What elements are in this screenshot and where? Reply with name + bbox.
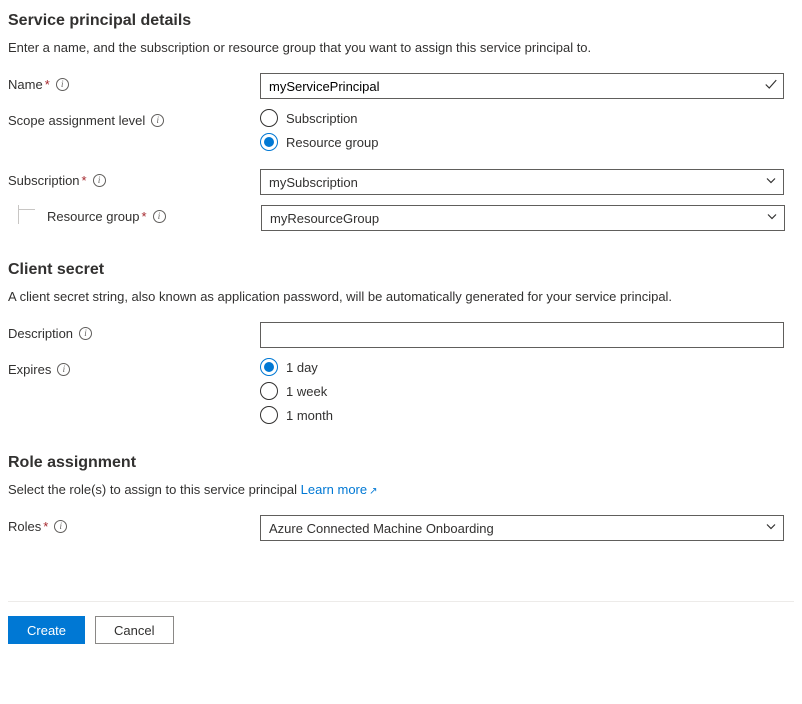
chevron-down-icon (766, 211, 778, 226)
footer-buttons: Create Cancel (8, 616, 794, 644)
roles-label: Roles (8, 519, 41, 534)
expires-radio-week-label: 1 week (286, 384, 327, 399)
resource-group-row: Resource group * i myResourceGroup (8, 205, 794, 231)
expires-row: Expires i 1 day 1 week 1 month (8, 358, 794, 424)
expires-radio-month-label: 1 month (286, 408, 333, 423)
radio-icon (260, 358, 278, 376)
info-icon[interactable]: i (93, 174, 106, 187)
name-label-col: Name * i (8, 73, 260, 92)
expires-radio-day-label: 1 day (286, 360, 318, 375)
subscription-row: Subscription * i mySubscription (8, 169, 794, 195)
client-secret-heading: Client secret (8, 261, 794, 279)
info-icon[interactable]: i (57, 363, 70, 376)
expires-label-col: Expires i (8, 358, 260, 377)
roles-dropdown[interactable]: Azure Connected Machine Onboarding (260, 515, 784, 541)
radio-icon (260, 406, 278, 424)
name-label: Name (8, 77, 43, 92)
expires-radio-group: 1 day 1 week 1 month (260, 358, 784, 424)
cancel-button[interactable]: Cancel (95, 616, 173, 644)
resource-group-dropdown[interactable]: myResourceGroup (261, 205, 785, 231)
name-input-wrap (260, 73, 784, 99)
description-label: Description (8, 326, 73, 341)
roles-value: Azure Connected Machine Onboarding (269, 521, 494, 536)
expires-label: Expires (8, 362, 51, 377)
roles-label-col: Roles * i (8, 515, 260, 534)
name-input[interactable] (260, 73, 784, 99)
scope-label: Scope assignment level (8, 113, 145, 128)
resource-group-label-col: Resource group * i (47, 205, 261, 224)
required-star: * (45, 77, 50, 92)
scope-row: Scope assignment level i Subscription Re… (8, 109, 794, 151)
info-icon[interactable]: i (56, 78, 69, 91)
name-field-col (260, 73, 784, 99)
resource-group-field-col: myResourceGroup (261, 205, 785, 231)
resource-group-label: Resource group (47, 209, 140, 224)
client-secret-description: A client secret string, also known as ap… (8, 289, 794, 304)
description-label-col: Description i (8, 322, 260, 341)
create-button[interactable]: Create (8, 616, 85, 644)
scope-radio-subscription[interactable]: Subscription (260, 109, 784, 127)
radio-icon (260, 109, 278, 127)
subscription-value: mySubscription (269, 175, 358, 190)
role-assignment-description: Select the role(s) to assign to this ser… (8, 482, 794, 497)
required-star: * (82, 173, 87, 188)
resource-group-value: myResourceGroup (270, 211, 379, 226)
sp-details-description: Enter a name, and the subscription or re… (8, 40, 794, 55)
info-icon[interactable]: i (54, 520, 67, 533)
required-star: * (43, 519, 48, 534)
radio-icon (260, 382, 278, 400)
subscription-dropdown[interactable]: mySubscription (260, 169, 784, 195)
chevron-down-icon (765, 521, 777, 536)
learn-more-link[interactable]: Learn more↗ (301, 482, 378, 497)
subscription-label-col: Subscription * i (8, 169, 260, 188)
scope-radio-group: Subscription Resource group (260, 109, 784, 151)
tree-connector: Resource group * i (18, 205, 261, 224)
info-icon[interactable]: i (79, 327, 92, 340)
radio-icon (260, 133, 278, 151)
roles-field-col: Azure Connected Machine Onboarding (260, 515, 784, 541)
sp-details-heading: Service principal details (8, 12, 794, 30)
scope-label-col: Scope assignment level i (8, 109, 260, 128)
scope-radio-resource-group-label: Resource group (286, 135, 379, 150)
scope-field-col: Subscription Resource group (260, 109, 784, 151)
role-assignment-heading: Role assignment (8, 454, 794, 472)
description-field-col (260, 322, 784, 348)
expires-field-col: 1 day 1 week 1 month (260, 358, 784, 424)
info-icon[interactable]: i (153, 210, 166, 223)
subscription-label: Subscription (8, 173, 80, 188)
subscription-field-col: mySubscription (260, 169, 784, 195)
scope-radio-subscription-label: Subscription (286, 111, 358, 126)
external-link-icon: ↗ (369, 486, 377, 497)
footer-separator (8, 601, 794, 602)
chevron-down-icon (765, 175, 777, 190)
expires-radio-week[interactable]: 1 week (260, 382, 784, 400)
scope-radio-resource-group[interactable]: Resource group (260, 133, 784, 151)
role-assignment-desc-text: Select the role(s) to assign to this ser… (8, 482, 301, 497)
description-input[interactable] (260, 322, 784, 348)
learn-more-text: Learn more (301, 482, 367, 497)
required-star: * (142, 209, 147, 224)
info-icon[interactable]: i (151, 114, 164, 127)
description-row: Description i (8, 322, 794, 348)
expires-radio-month[interactable]: 1 month (260, 406, 784, 424)
expires-radio-day[interactable]: 1 day (260, 358, 784, 376)
roles-row: Roles * i Azure Connected Machine Onboar… (8, 515, 794, 541)
name-row: Name * i (8, 73, 794, 99)
